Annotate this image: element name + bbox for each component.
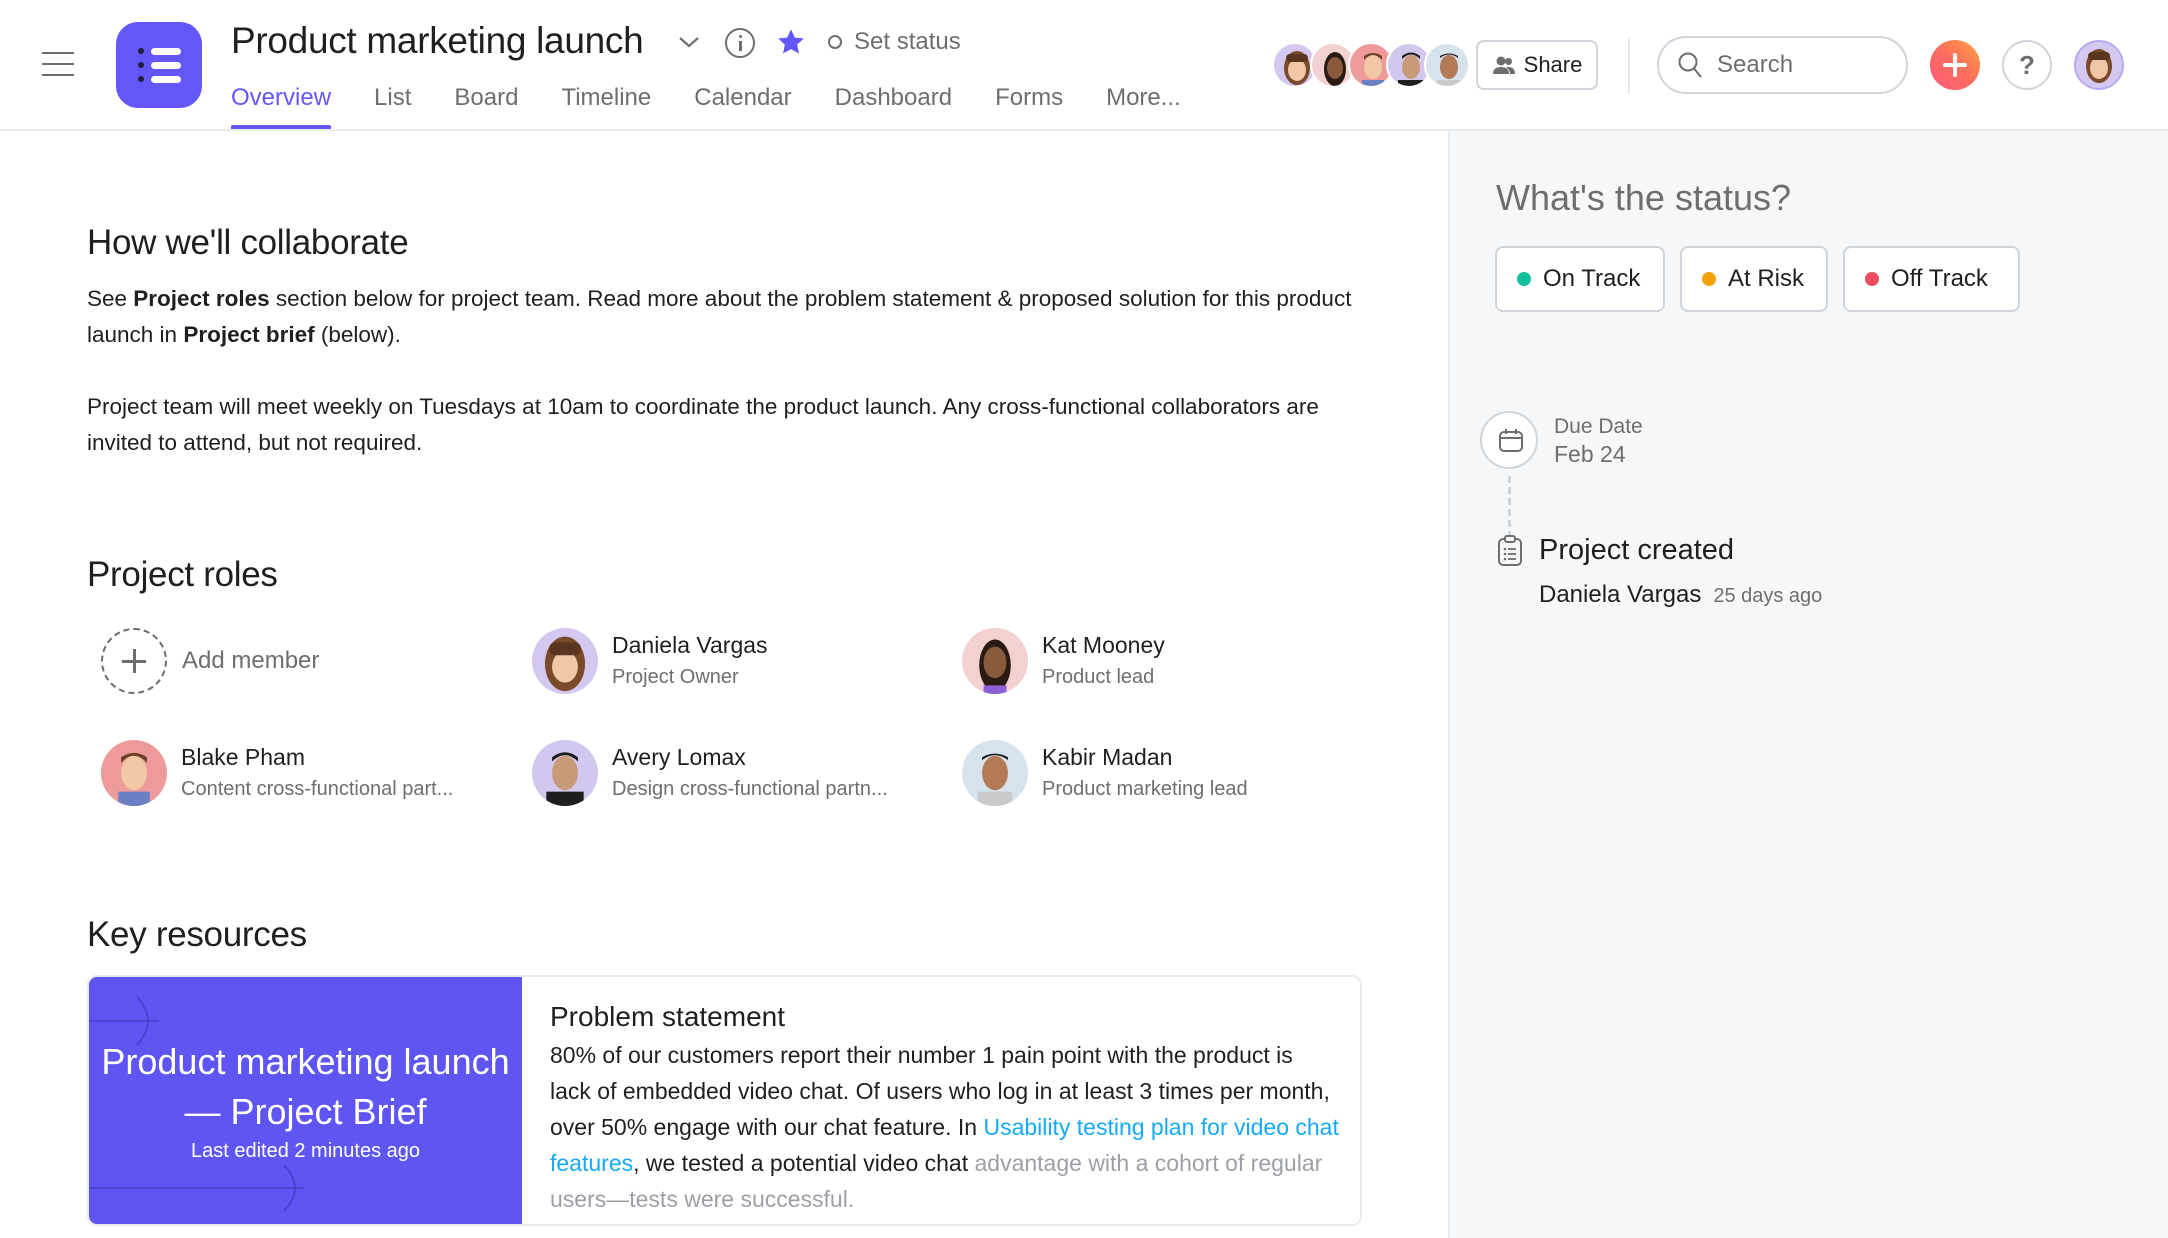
member-name: Blake Pham (181, 744, 306, 770)
member-name: Daniela Vargas (612, 632, 768, 658)
tab-dashboard[interactable]: Dashboard (835, 84, 952, 131)
member-name: Avery Lomax (612, 744, 746, 770)
project-list-icon (116, 22, 202, 108)
due-date-value[interactable]: Feb 24 (1554, 441, 1626, 468)
problem-heading: Problem statement (550, 1001, 785, 1032)
info-icon[interactable] (725, 28, 755, 58)
search-icon (1678, 52, 1702, 78)
collaborate-paragraph-1: See Project roles section below for proj… (87, 286, 1352, 347)
add-member-button[interactable]: Add member (101, 626, 521, 696)
tab-forms[interactable]: Forms (995, 84, 1063, 131)
member-facepile[interactable] (1272, 42, 1470, 88)
member-role: Content cross-functional part... (181, 778, 454, 800)
collaborate-paragraph-2: Project team will meet weekly on Tuesday… (87, 394, 1319, 455)
member-name: Kat Mooney (1042, 632, 1165, 658)
key-resources-heading: Key resources (87, 915, 307, 954)
project-roles-heading: Project roles (87, 555, 278, 594)
people-icon (1492, 56, 1515, 74)
role-card[interactable]: Daniela Vargas Project Owner (532, 626, 952, 696)
chevron-down-icon[interactable] (675, 32, 703, 52)
created-time: 25 days ago (1713, 585, 1823, 607)
project-brief-cover[interactable]: Product marketing launch — Project Brief… (89, 977, 522, 1224)
problem-body: 80% of our customers report their number… (550, 1042, 1339, 1212)
set-status-label: Set status (854, 28, 961, 55)
status-panel: What's the status? On Track At Risk Off … (1448, 131, 2168, 1238)
role-card[interactable]: Kat Mooney Product lead (962, 626, 1382, 696)
avatar (532, 740, 598, 806)
add-member-plus-icon (101, 628, 167, 694)
due-date-button[interactable] (1480, 411, 1538, 469)
role-card[interactable]: Kabir Madan Product marketing lead (962, 738, 1382, 808)
avatar (532, 628, 598, 694)
create-plus-button[interactable] (1930, 40, 1980, 90)
top-bar: Product marketing launch Set status Over… (0, 0, 2168, 131)
member-role: Product lead (1042, 666, 1155, 688)
project-created-meta: Daniela Vargas 25 days ago (1539, 581, 1822, 609)
project-tabs: Overview List Board Timeline Calendar Da… (231, 84, 1224, 131)
brief-title: Product marketing launch — Project Brief (101, 1041, 510, 1132)
user-avatar[interactable] (2074, 40, 2124, 90)
due-date-label: Due Date (1554, 415, 1643, 438)
help-button[interactable]: ? (2002, 40, 2052, 90)
member-role: Product marketing lead (1042, 778, 1248, 800)
status-heading: What's the status? (1496, 177, 1792, 218)
search-input[interactable] (1717, 51, 1887, 79)
timeline-connector (1508, 476, 1511, 536)
off-track-button[interactable]: Off Track (1843, 246, 2020, 312)
avatar (962, 628, 1028, 694)
search-box[interactable] (1657, 36, 1908, 94)
project-brief-card[interactable]: Product marketing launch — Project Brief… (87, 975, 1362, 1226)
red-dot-icon (1865, 272, 1879, 286)
header-divider (1628, 38, 1630, 94)
problem-statement: Problem statement 80% of our customers r… (550, 997, 1340, 1217)
green-dot-icon (1517, 272, 1531, 286)
calendar-icon (1499, 429, 1523, 452)
orange-dot-icon (1702, 272, 1716, 286)
tab-more[interactable]: More... (1106, 84, 1181, 131)
star-icon[interactable] (775, 26, 807, 58)
overview-content: How we'll collaborate See Project roles … (0, 131, 1448, 1238)
share-button[interactable]: Share (1476, 40, 1598, 90)
creator-name[interactable]: Daniela Vargas (1539, 581, 1701, 608)
tab-board[interactable]: Board (454, 84, 518, 131)
project-title[interactable]: Product marketing launch (231, 20, 644, 62)
tab-list[interactable]: List (374, 84, 411, 131)
avatar[interactable] (1424, 42, 1470, 88)
member-name: Kabir Madan (1042, 744, 1173, 770)
add-member-label: Add member (182, 647, 320, 674)
brief-last-edited: Last edited 2 minutes ago (190, 1140, 421, 1162)
clipboard-icon (1498, 535, 1522, 566)
collaborate-heading: How we'll collaborate (87, 223, 409, 262)
role-card[interactable]: Blake Pham Content cross-functional part.… (101, 738, 521, 808)
sidebar-toggle-hamburger-icon[interactable] (42, 52, 74, 76)
set-status-button[interactable]: Set status (828, 28, 961, 56)
tab-timeline[interactable]: Timeline (561, 84, 651, 131)
avatar (101, 740, 167, 806)
member-role: Design cross-functional partn... (612, 778, 888, 800)
tab-calendar[interactable]: Calendar (694, 84, 791, 131)
on-track-button[interactable]: On Track (1495, 246, 1665, 312)
project-created-title: Project created (1539, 534, 1735, 566)
share-label: Share (1523, 52, 1583, 77)
member-role: Project Owner (612, 666, 739, 688)
tab-overview[interactable]: Overview (231, 84, 332, 131)
at-risk-button[interactable]: At Risk (1680, 246, 1828, 312)
status-ring-icon (828, 35, 842, 49)
role-card[interactable]: Avery Lomax Design cross-functional partn… (532, 738, 952, 808)
avatar (962, 740, 1028, 806)
